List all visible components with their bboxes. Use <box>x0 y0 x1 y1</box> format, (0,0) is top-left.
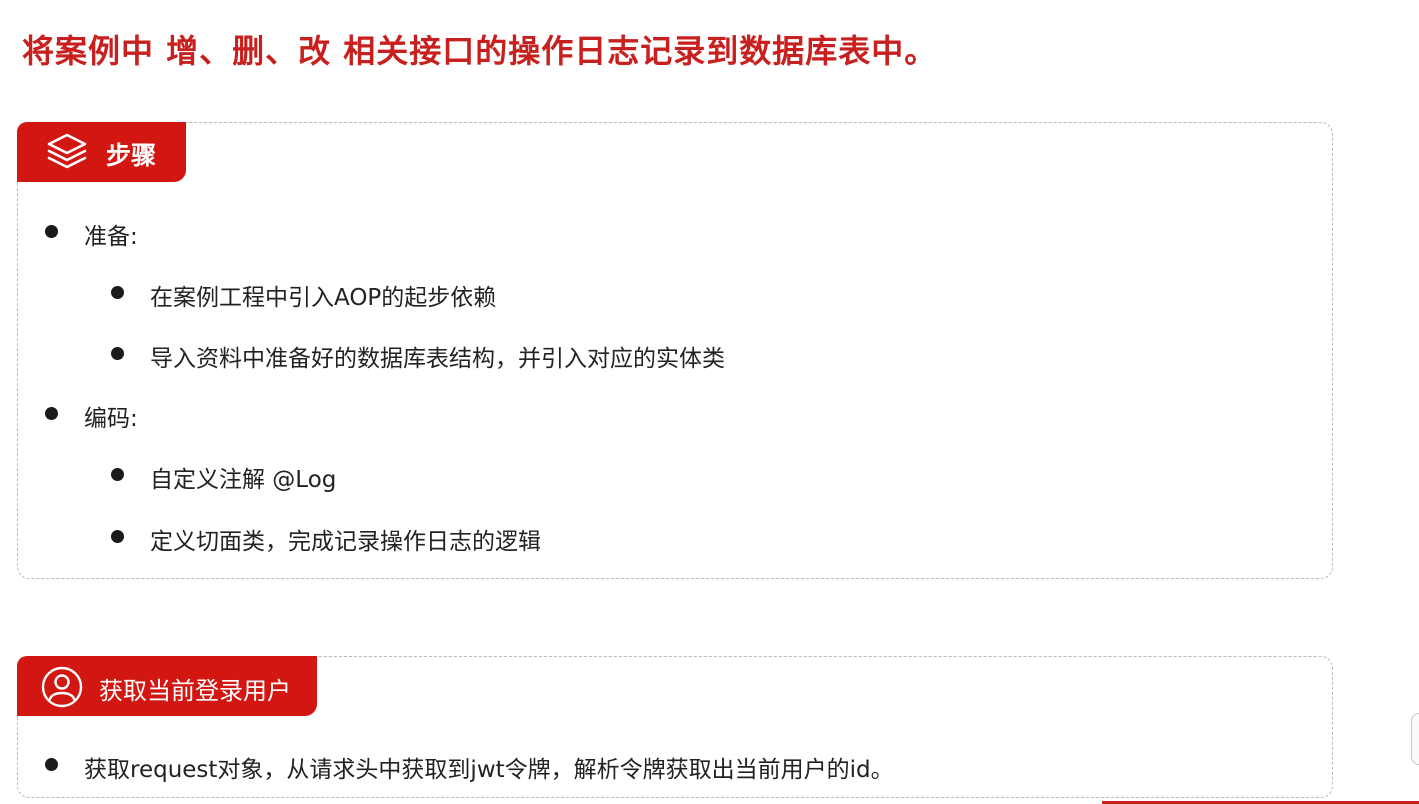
list-item: 自定义注解 @Log <box>150 467 337 493</box>
bullet <box>111 286 124 299</box>
side-handle[interactable] <box>1411 713 1419 765</box>
list-item: 定义切面类，完成记录操作日志的逻辑 <box>150 529 541 555</box>
bullet <box>111 530 124 543</box>
current-user-tag-label: 获取当前登录用户 <box>99 677 291 705</box>
current-user-tag: 获取当前登录用户 <box>17 656 317 716</box>
layers-icon <box>45 132 89 172</box>
bullet <box>111 468 124 481</box>
user-icon <box>41 666 83 708</box>
steps-tag-label: 步骤 <box>106 141 157 170</box>
list-item: 编码: <box>84 406 138 432</box>
list-item: 获取request对象，从请求头中获取到jwt令牌，解析令牌获取出当前用户的id… <box>84 757 894 783</box>
list-item: 在案例工程中引入AOP的起步依赖 <box>150 285 497 311</box>
bullet <box>111 347 124 360</box>
bullet <box>45 758 58 771</box>
page-title: 将案例中 增、删、改 相关接口的操作日志记录到数据库表中。 <box>22 32 938 70</box>
bullet <box>45 225 58 238</box>
bullet <box>45 407 58 420</box>
list-item: 准备: <box>84 224 138 250</box>
list-item: 导入资料中准备好的数据库表结构，并引入对应的实体类 <box>150 346 725 372</box>
steps-tag: 步骤 <box>17 122 186 182</box>
